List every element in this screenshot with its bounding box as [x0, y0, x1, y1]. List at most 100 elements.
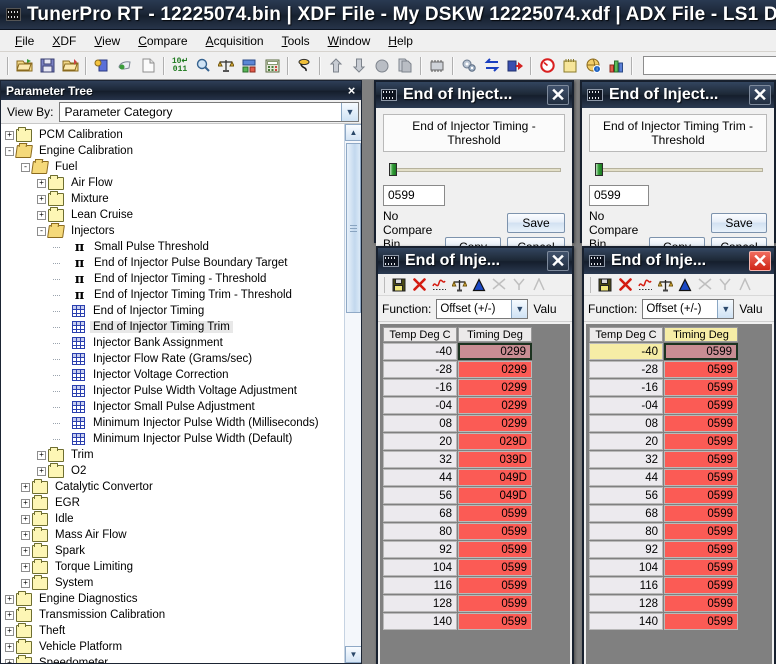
expand-icon[interactable]: + — [37, 178, 46, 188]
table-row[interactable]: 08 0599 — [589, 415, 738, 432]
axis-cell[interactable]: -04 — [589, 397, 663, 414]
interpolate-icon[interactable] — [736, 276, 754, 294]
new-document-icon[interactable] — [137, 55, 159, 77]
value-cell[interactable]: 0299 — [458, 361, 532, 378]
close-x-icon[interactable] — [616, 276, 634, 294]
table-row[interactable]: 92 0599 — [589, 541, 738, 558]
table-row[interactable]: 116 0599 — [589, 577, 738, 594]
table-row[interactable]: 44 049D — [383, 469, 532, 486]
axis-cell[interactable]: -28 — [589, 361, 663, 378]
scroll-down-icon[interactable]: ▼ — [345, 646, 361, 663]
value-cell[interactable]: 0599 — [664, 559, 738, 576]
collapse-icon[interactable]: - — [21, 162, 30, 172]
value-cell[interactable]: 0599 — [664, 577, 738, 594]
gauge-icon[interactable] — [536, 55, 558, 77]
table-row[interactable]: 56 049D — [383, 487, 532, 504]
tree-node[interactable]: + PCM Calibration — [1, 126, 361, 143]
axis-cell[interactable]: 44 — [589, 469, 663, 486]
dialog-right-slider[interactable] — [591, 163, 765, 176]
copy-pages-icon[interactable] — [394, 55, 416, 77]
expand-icon[interactable]: + — [21, 530, 30, 540]
save-button[interactable]: Save — [507, 213, 565, 233]
axis-cell[interactable]: -16 — [589, 379, 663, 396]
open-bin-icon[interactable] — [59, 55, 81, 77]
axis-cell[interactable]: 92 — [589, 541, 663, 558]
expand-icon[interactable]: + — [5, 626, 14, 636]
table-row[interactable]: -04 0599 — [589, 397, 738, 414]
collapse-icon[interactable]: - — [37, 226, 46, 236]
expand-icon[interactable]: + — [5, 642, 14, 652]
tree-node[interactable]: Minimum Injector Pulse Width (Millisecon… — [1, 415, 361, 431]
tree-node[interactable]: π End of Injector Pulse Boundary Target — [1, 255, 361, 271]
column-header[interactable]: Temp Deg C — [383, 327, 457, 342]
chip-module-icon[interactable] — [426, 55, 448, 77]
function-select[interactable]: Offset (+/-) ▼ — [436, 298, 529, 319]
value-cell[interactable]: 049D — [458, 469, 532, 486]
axis-cell[interactable]: 68 — [383, 505, 457, 522]
column-header[interactable]: Temp Deg C — [589, 327, 663, 342]
axis-cell[interactable]: 08 — [589, 415, 663, 432]
record-circle-icon[interactable] — [371, 55, 393, 77]
settings-gears-icon[interactable] — [458, 55, 480, 77]
value-cell[interactable]: 0599 — [664, 379, 738, 396]
tree-node[interactable]: π Small Pulse Threshold — [1, 239, 361, 255]
menu-acquisition[interactable]: Acquisition — [197, 32, 273, 50]
expand-icon[interactable]: + — [37, 450, 46, 460]
graph-icon[interactable] — [430, 276, 448, 294]
axis-cell[interactable]: 08 — [383, 415, 457, 432]
axis-cell[interactable]: 20 — [383, 433, 457, 450]
table-row[interactable]: 140 0599 — [589, 613, 738, 630]
close-icon[interactable]: × — [344, 83, 359, 98]
value-cell[interactable]: 0599 — [664, 343, 738, 360]
table-row[interactable]: 20 0599 — [589, 433, 738, 450]
info-globe-icon[interactable]: i — [582, 55, 604, 77]
axis-cell[interactable]: 128 — [383, 595, 457, 612]
tree-node[interactable]: π End of Injector Timing Trim - Threshold — [1, 287, 361, 303]
axis-cell[interactable]: -04 — [383, 397, 457, 414]
hex-editor-icon[interactable]: 10↵ 011 — [169, 55, 191, 77]
table-row[interactable]: -04 0299 — [383, 397, 532, 414]
column-header[interactable]: Timing Deg — [664, 327, 738, 342]
close-x-icon[interactable] — [410, 276, 428, 294]
chevron-down-icon[interactable]: ▼ — [341, 102, 358, 121]
chevron-down-icon[interactable]: ▼ — [717, 299, 734, 318]
table-row[interactable]: 08 0299 — [383, 415, 532, 432]
dialog-left-slider[interactable] — [385, 163, 563, 176]
tree-node[interactable]: End of Injector Timing Trim — [1, 319, 361, 335]
expand-icon[interactable]: + — [21, 578, 30, 588]
value-cell[interactable]: 0599 — [664, 451, 738, 468]
flash-chip-icon[interactable] — [504, 55, 526, 77]
transfer-arrows-icon[interactable] — [481, 55, 503, 77]
tree-node[interactable]: - Engine Calibration — [1, 143, 361, 159]
table-row[interactable]: 68 0599 — [383, 505, 532, 522]
axis-cell[interactable]: 80 — [589, 523, 663, 540]
tree-node[interactable]: + Trim — [1, 446, 361, 463]
menu-xdf[interactable]: XDF — [43, 32, 85, 50]
value-cell[interactable]: 0599 — [664, 415, 738, 432]
table-row[interactable]: 104 0599 — [383, 559, 532, 576]
table-row[interactable]: 32 0599 — [589, 451, 738, 468]
tree-node[interactable]: + Air Flow — [1, 174, 361, 191]
expand-icon[interactable]: + — [21, 546, 30, 556]
tree-node[interactable]: Minimum Injector Pulse Width (Default) — [1, 431, 361, 447]
tree-node[interactable]: + Torque Limiting — [1, 558, 361, 575]
tree-node[interactable]: + Lean Cruise — [1, 206, 361, 223]
table-row[interactable]: 92 0599 — [383, 541, 532, 558]
search-icon[interactable] — [192, 55, 214, 77]
menu-view[interactable]: View — [85, 32, 129, 50]
graph-icon[interactable] — [636, 276, 654, 294]
expand-icon[interactable]: + — [5, 594, 14, 604]
function-select[interactable]: Offset (+/-) ▼ — [642, 298, 735, 319]
axis-cell[interactable]: 20 — [589, 433, 663, 450]
table-row[interactable]: 128 0599 — [383, 595, 532, 612]
tree-node[interactable]: Injector Small Pulse Adjustment — [1, 399, 361, 415]
value-cell[interactable]: 0599 — [664, 541, 738, 558]
tree-node[interactable]: + Transmission Calibration — [1, 606, 361, 623]
expand-icon[interactable]: + — [21, 562, 30, 572]
table-row[interactable]: 68 0599 — [589, 505, 738, 522]
download-arrow-icon[interactable] — [348, 55, 370, 77]
value-cell[interactable]: 0599 — [458, 613, 532, 630]
value-cell[interactable]: 0599 — [664, 505, 738, 522]
menu-compare[interactable]: Compare — [129, 32, 196, 50]
value-cell[interactable]: 0599 — [664, 523, 738, 540]
